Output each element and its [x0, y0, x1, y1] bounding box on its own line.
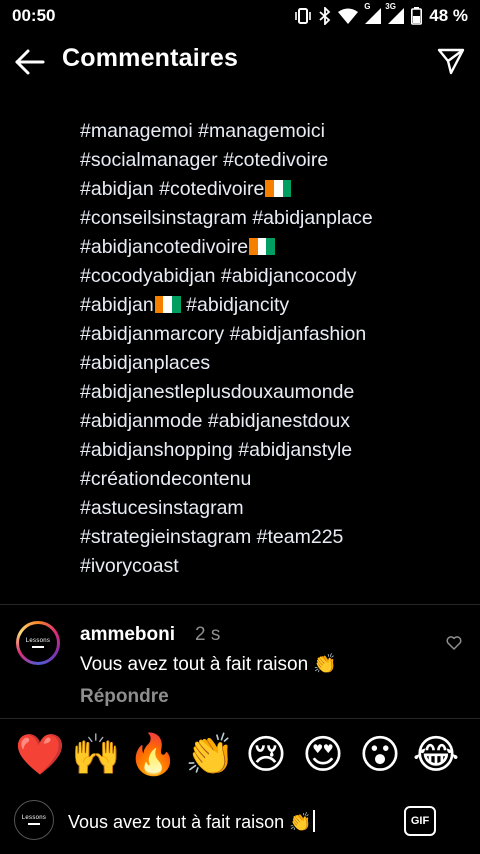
comment-time: 2 s — [195, 624, 221, 645]
battery-icon — [411, 7, 423, 25]
caption-line[interactable]: #abidjanmarcory #abidjanfashion — [80, 320, 460, 349]
heart-outline-icon[interactable] — [446, 635, 462, 651]
status-time: 00:50 — [12, 6, 56, 25]
comment-input[interactable]: Vous avez tout à fait raison 👏 — [68, 810, 315, 833]
comment-input-row: Lessons Vous avez tout à fait raison 👏 G… — [0, 792, 480, 854]
gif-button[interactable]: GIF — [404, 806, 436, 836]
emoji-fire[interactable]: 🔥 — [127, 726, 179, 784]
avatar-bar — [32, 646, 44, 648]
emoji-raising-hands[interactable]: 🙌 — [70, 726, 122, 784]
emoji-laughing[interactable]: 😂 — [410, 726, 462, 784]
emoji-heart-eyes[interactable]: 😍 — [297, 726, 349, 784]
network-label: G — [364, 2, 371, 11]
emoji-surprised[interactable]: 😮 — [354, 726, 406, 784]
vibrate-icon — [295, 8, 312, 24]
caption-text[interactable]: #abidjan — [80, 294, 154, 316]
wifi-icon — [338, 8, 359, 24]
header: Commentaires — [0, 40, 480, 82]
ivory-coast-flag-icon — [154, 293, 181, 313]
comment-username[interactable]: ammeboni — [80, 624, 175, 646]
battery-percent: 48 % — [429, 6, 468, 25]
status-icons: G 3G 48 % — [294, 2, 468, 26]
caption-line[interactable]: #conseilsinstagram #abidjanplace — [80, 204, 460, 233]
avatar-text: Lessons — [21, 815, 47, 821]
caption-line[interactable]: #abidjan #abidjancity — [80, 291, 460, 320]
status-bar: 00:50 G 3G 48 % — [0, 0, 480, 32]
caption-line[interactable]: #abidjanshopping #abidjanstyle — [80, 436, 460, 465]
caption-line[interactable]: #socialmanager #cotedivoire — [80, 146, 460, 175]
avatar-text: Lessons — [25, 638, 51, 644]
ivory-coast-flag-icon — [249, 235, 276, 255]
bluetooth-icon — [319, 7, 331, 25]
avatar-bar — [28, 823, 40, 825]
caption-line[interactable]: #abidjanmode #abidjanestdoux — [80, 407, 460, 436]
caption-line[interactable]: #abidjanplaces — [80, 349, 460, 378]
network-label-2: 3G — [385, 2, 396, 11]
comment-input-value[interactable]: Vous avez tout à fait raison 👏 — [68, 812, 312, 832]
emoji-heart[interactable]: ❤️ — [14, 726, 66, 784]
caption-line[interactable]: #abidjanestleplusdouxaumonde — [80, 378, 460, 407]
avatar: Lessons — [14, 800, 54, 840]
arrow-left-icon[interactable] — [14, 46, 46, 78]
caption-text[interactable]: #abidjan #cotedivoire — [80, 178, 264, 200]
caption-line[interactable]: #créationdecontenu — [80, 465, 460, 494]
paper-plane-icon[interactable] — [436, 46, 466, 76]
caption-line[interactable]: #abidjancotedivoire — [80, 233, 460, 262]
caption-line[interactable]: #managemoi #managemoici — [80, 117, 460, 146]
comment-text: Vous avez tout à fait raison 👏 — [80, 654, 338, 675]
caption-line[interactable]: #cocodyabidjan #abidjancocody — [80, 262, 460, 291]
caption-line[interactable]: #abidjan #cotedivoire — [80, 175, 460, 204]
text-cursor — [312, 810, 315, 832]
avatar[interactable]: Lessons — [16, 621, 60, 665]
emoji-crying[interactable]: 😢 — [240, 726, 292, 784]
emoji-bar: ❤️ 🙌 🔥 👏 😢 😍 😮 😂 — [0, 726, 480, 784]
page-title: Commentaires — [62, 44, 239, 72]
reply-button[interactable]: Répondre — [80, 686, 169, 708]
caption-line[interactable]: #astucesinstagram — [80, 494, 460, 523]
post-caption: #managemoi #managemoici #socialmanager #… — [80, 117, 460, 581]
divider — [0, 718, 480, 719]
ivory-coast-flag-icon — [265, 177, 292, 197]
caption-text[interactable]: #abidjancity — [186, 294, 289, 316]
avatar-inner: Lessons — [19, 624, 57, 662]
emoji-clapping[interactable]: 👏 — [184, 726, 236, 784]
caption-line[interactable]: #ivorycoast — [80, 552, 460, 581]
divider — [0, 604, 480, 605]
caption-text[interactable]: #abidjancotedivoire — [80, 236, 248, 258]
caption-line[interactable]: #strategieinstagram #team225 — [80, 523, 460, 552]
